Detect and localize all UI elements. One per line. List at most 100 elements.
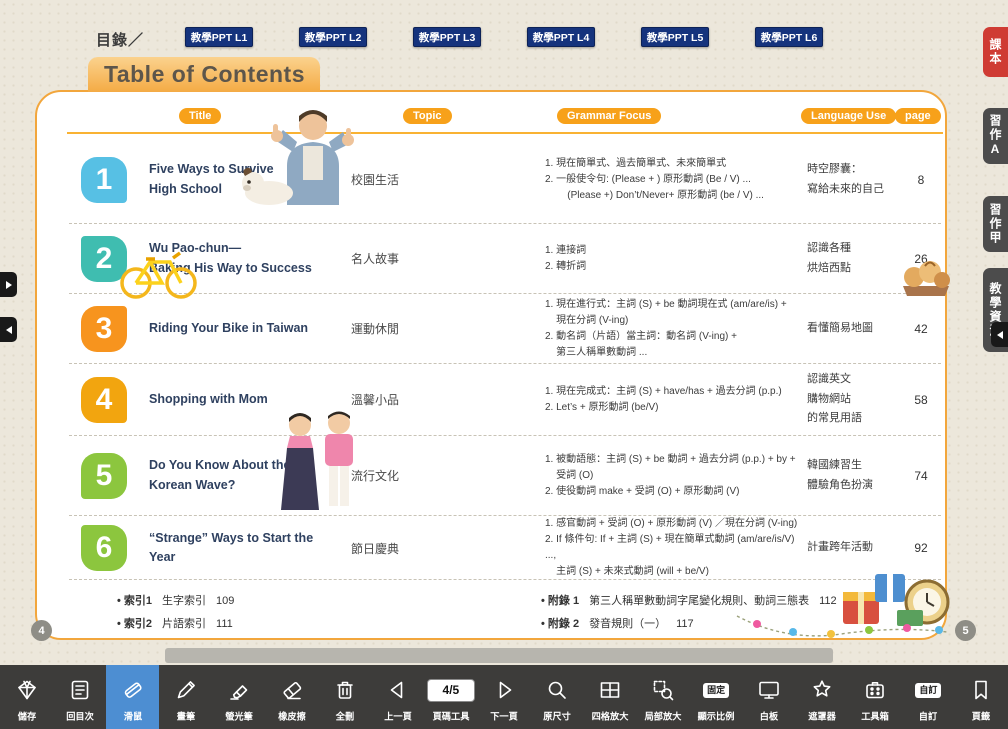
unit-grammar-focus: 1. 被動語態：主詞 (S) + be 動詞 + 過去分詞 (p.p.) + b… [523,452,805,500]
appendix-label: • 附錄 2 [541,613,579,636]
ppt-button-l6[interactable]: 教學PPT L6 [755,27,823,47]
partial-zoom-icon [651,675,675,705]
toc-row-unit-5[interactable]: 5 Do You Know About the Korean Wave? 流行文… [69,436,941,516]
toolbox-icon [863,675,887,705]
right-panel-collapse-handle[interactable] [991,322,1008,347]
tool-next-page[interactable]: 下一頁 [477,665,530,729]
tool-mask[interactable]: 遮罩器 [796,665,849,729]
tool-toolbox[interactable]: 工具箱 [849,665,902,729]
unit-number-badge: 2 [81,236,127,282]
left-panel-expand-handle[interactable] [0,272,17,297]
bottom-toolbar: 儲存 回目次 滑鼠 畫筆 螢光筆 橡皮擦 全刪 [0,665,1008,729]
custom-box: 自訂 [915,675,941,705]
toc-row-unit-1[interactable]: 1 Five Ways to Survive High School 校園生活 … [69,136,941,224]
page-title-bar: Table of Contents [88,57,320,92]
tool-original-size[interactable]: 原尺寸 [530,665,583,729]
unit-page-number: 8 [901,173,941,187]
unit-title: Wu Pao-chun— Baking His Way to Success [139,239,335,278]
tool-save[interactable]: 儲存 [0,665,53,729]
tool-page-tabs[interactable]: 頁籤 [955,665,1008,729]
column-header-topic: Topic [403,108,452,124]
ppt-button-l2[interactable]: 教學PPT L2 [299,27,367,47]
unit-page-number: 42 [901,322,941,336]
toc-card: Title Topic Grammar Focus Language Use p… [35,90,947,640]
appendix-text: 發音規則（一） [589,613,666,636]
eraser-icon [280,675,304,705]
tool-four-grid-zoom[interactable]: 四格放大 [584,665,637,729]
chevron-left-icon [996,330,1004,340]
toc-row-unit-4[interactable]: 4 Shopping with Mom 溫馨小品 1. 現在完成式：主詞 (S)… [69,364,941,436]
tool-custom[interactable]: 自訂 自訂 [902,665,955,729]
unit-title: Shopping with Mom [139,390,335,409]
unit-grammar-focus: 1. 現在簡單式、過去簡單式、未來簡單式 2. 一般使令句: (Please +… [523,156,805,204]
page-title: Table of Contents [104,61,305,88]
next-page-icon [492,675,516,705]
ppt-button-l3[interactable]: 教學PPT L3 [413,27,481,47]
unit-grammar-focus: 1. 感官動詞 + 受詞 (O) + 原形動詞 (V) ／現在分詞 (V-ing… [523,516,805,580]
unit-number-badge: 4 [81,377,127,423]
tool-whiteboard[interactable]: 白板 [743,665,796,729]
whiteboard-icon [757,675,781,705]
unit-number-badge: 1 [81,157,127,203]
tool-eraser[interactable]: 橡皮擦 [265,665,318,729]
unit-topic: 名人故事 [335,250,447,267]
unit-page-number: 26 [901,252,941,266]
chevron-right-icon [5,280,13,290]
bookmark-icon [969,675,993,705]
index-item: • 索引1 生字索引 109 [117,590,234,613]
column-header-title: Title [179,108,221,124]
unit-number-badge: 5 [81,453,127,499]
toc-row-unit-3[interactable]: 3 Riding Your Bike in Taiwan 運動休閒 1. 現在進… [69,294,941,364]
index-page: 109 [216,590,234,613]
page-indicator-value[interactable]: 4/5 [427,679,475,702]
page-indicator-box: 4/5 [427,675,475,705]
tool-display-ratio[interactable]: 固定 顯示比例 [690,665,743,729]
tool-highlighter[interactable]: 螢光筆 [212,665,265,729]
ppt-button-l4[interactable]: 教學PPT L4 [527,27,595,47]
header-divider [67,132,943,134]
tool-partial-zoom[interactable]: 局部放大 [637,665,690,729]
horizontal-scrollbar[interactable] [165,648,833,663]
ppt-button-l1[interactable]: 教學PPT L1 [185,27,253,47]
back-to-toc-icon [68,675,92,705]
unit-language-use: 時空膠囊： 寫給未來的自己 [805,160,901,200]
unit-number-badge: 3 [81,306,127,352]
index-text: 片語索引 [162,613,206,636]
index-label: • 索引2 [117,613,152,636]
ppt-button-l5[interactable]: 教學PPT L5 [641,27,709,47]
tab-workbook-a[interactable]: 習作A [983,108,1008,164]
ebook-reader-screen: { "header": { "catalog": "目錄／", "title":… [0,0,1008,729]
appendix-label: • 附錄 1 [541,590,579,613]
column-header-grammar-focus: Grammar Focus [557,108,661,124]
unit-topic: 節日慶典 [335,540,447,557]
display-ratio-value: 固定 [703,683,729,698]
tool-pen[interactable]: 畫筆 [159,665,212,729]
chevron-left-icon [5,325,13,335]
unit-number-badge: 6 [81,525,127,571]
toc-row-unit-2[interactable]: 2 Wu Pao-chun— Baking His Way to Success… [69,224,941,294]
toc-row-unit-6[interactable]: 6 “Strange” Ways to Start the Year 節日慶典 … [69,516,941,580]
highlighter-icon [227,675,251,705]
tool-prev-page[interactable]: 上一頁 [371,665,424,729]
tab-textbook[interactable]: 課本 [983,27,1008,77]
unit-language-use: 韓國練習生 體驗角色扮演 [805,456,901,496]
appendix-item: • 附錄 2 發音規則（一） 117 [541,613,837,636]
tab-workbook-jia[interactable]: 習作甲 [983,196,1008,252]
unit-topic: 溫馨小品 [335,391,447,408]
unit-grammar-focus: 1. 現在完成式：主詞 (S) + have/has + 過去分詞 (p.p.)… [523,384,805,416]
tool-back-to-toc[interactable]: 回目次 [53,665,106,729]
catalog-label: 目錄／ [96,29,144,50]
index-label: • 索引1 [117,590,152,613]
index-page: 111 [216,613,233,636]
left-panel-collapse-handle[interactable] [0,317,17,342]
tool-mouse[interactable]: 滑鼠 [106,665,159,729]
mouse-icon [121,675,145,705]
column-header-language-use: Language Use [801,108,896,124]
appendix-page: 112 [819,590,837,613]
prev-page-icon [386,675,410,705]
custom-box-value: 自訂 [915,683,941,698]
appendix-item: • 附錄 1 第三人稱單數動詞字尾變化規則、動詞三態表 112 [541,590,837,613]
tool-page-number[interactable]: 4/5 頁碼工具 [424,665,477,729]
tool-delete-all[interactable]: 全刪 [318,665,371,729]
page-number-right-badge: 5 [955,620,976,641]
